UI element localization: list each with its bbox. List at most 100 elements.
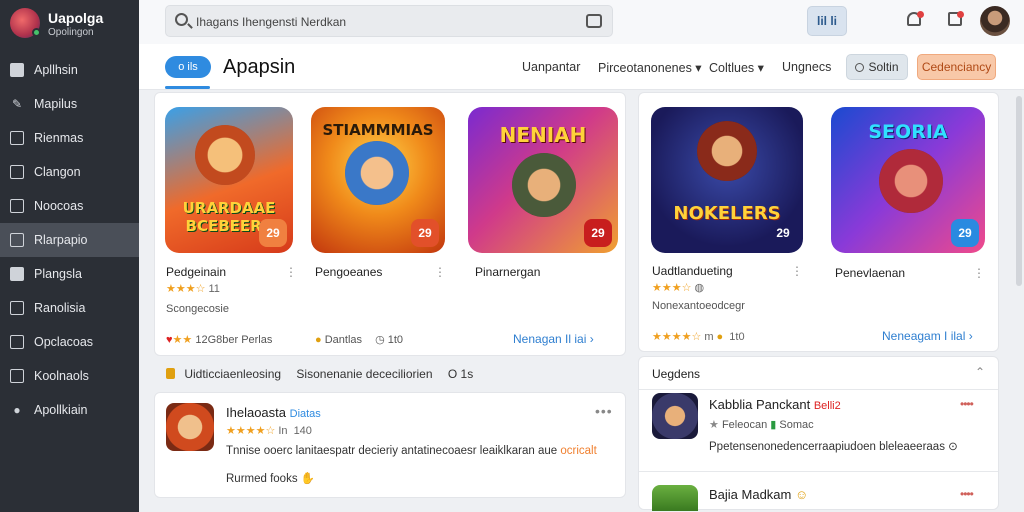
bookmark-icon <box>10 369 24 383</box>
tab-2[interactable]: Pirceotanonenes ▾ <box>598 60 702 75</box>
rating: ★★★☆ ◍ <box>652 281 704 294</box>
view-more-label: Neneagam I ilal <box>882 329 966 343</box>
filter-label-3[interactable]: O 1s <box>448 367 473 381</box>
game-tile[interactable]: NOKELERS 29 <box>651 107 803 253</box>
sidebar-item-11[interactable]: ● Apollkiain <box>0 393 139 427</box>
game-tile[interactable]: SEORIA 29 <box>831 107 985 253</box>
filter-label-1[interactable]: Uidticciaenleosing <box>184 367 281 381</box>
search-text: Ihagans Ihengensti Nerdkan <box>196 15 347 29</box>
coin-icon: ● <box>315 334 322 346</box>
more-icon[interactable]: ⋮ <box>285 265 297 279</box>
art-title: SEORIA <box>868 121 948 143</box>
more-icon[interactable]: •••• <box>960 397 974 411</box>
character-art <box>345 141 409 205</box>
globe-icon <box>855 63 865 72</box>
scrollbar[interactable] <box>1016 96 1022 286</box>
page-header: o ils Apapsin Uanpantar Pirceotanonenes … <box>139 44 1024 90</box>
list-item-thumb[interactable] <box>652 393 698 439</box>
rating-stars: ★★★☆ <box>166 283 206 295</box>
sidebar-nav: Apllhsin ✎ Mapilus Rienmas Clangon Noocoa… <box>0 53 139 427</box>
sidebar-item-label: Plangsla <box>34 267 82 281</box>
brand[interactable]: Uapolga Opolingon <box>8 6 136 42</box>
review-more[interactable]: Rurmed fooks ✋ <box>226 471 315 485</box>
game-name[interactable]: Uadtlandueting <box>652 264 733 278</box>
link-icon[interactable]: ⊙ <box>948 441 958 453</box>
rating-stars: ★★★★☆ <box>652 331 702 343</box>
tab-3[interactable]: Coltlues ▾ <box>709 60 764 75</box>
list-item-title[interactable]: Kabblia Panckant Belli2 <box>709 397 841 412</box>
game-thumbnail[interactable]: SEORIA 29 <box>831 107 985 253</box>
sidebar-item-label: Noocoas <box>34 199 84 213</box>
game-name[interactable]: Pinarnergan <box>475 265 540 279</box>
sidebar-item-10[interactable]: Koolnaols <box>0 359 139 393</box>
badge: 29 <box>411 219 439 247</box>
review-card: Ihelaoasta Diatas ••• ★★★★☆ In 140 Tnnise… <box>154 392 626 498</box>
game-tile[interactable]: STIAMMMIAS 29 <box>311 107 445 253</box>
topbar-button[interactable]: lil li <box>807 6 847 36</box>
wrench-icon: ✎ <box>11 97 23 111</box>
game-thumbnail[interactable]: NENIAH 29 <box>468 107 618 253</box>
more-icon[interactable]: ⋮ <box>434 265 446 279</box>
badge: 29 <box>259 219 287 247</box>
more-icon[interactable]: ••• <box>595 403 613 419</box>
game-thumbnail[interactable]: NOKELERS 29 <box>651 107 803 253</box>
featured-card-right: NOKELERS 29 Uadtlandueting ⋮ ★★★☆ ◍ None… <box>638 92 999 352</box>
footer-rating: ★★★★☆ m ● 1t0 <box>652 330 745 343</box>
sidebar-item-4[interactable]: Clangon <box>0 155 139 189</box>
character-art <box>879 149 943 213</box>
chevron-down-icon: ▾ <box>754 61 764 75</box>
sidebar-item-5[interactable]: Noocoas <box>0 189 139 223</box>
sidebar-item-7[interactable]: Plangsla <box>0 257 139 291</box>
filter-icon[interactable] <box>586 14 602 28</box>
more-icon[interactable]: ⋮ <box>973 266 985 280</box>
review-avatar[interactable] <box>166 403 214 451</box>
sidebar-item-8[interactable]: Ranolisia <box>0 291 139 325</box>
view-more-link[interactable]: Neneagam I ilal › <box>882 329 973 343</box>
footer-mid-label: Dantlas <box>324 334 363 346</box>
review-text-highlight: ocricalt <box>560 445 597 457</box>
list-item-thumb[interactable] <box>652 485 698 511</box>
primary-button[interactable]: Cedenciancy <box>917 54 996 80</box>
sidebar-item-3[interactable]: Rienmas <box>0 121 139 155</box>
rating: ★★★☆ 11 <box>166 282 220 295</box>
soft-button[interactable]: Soltin <box>846 54 908 80</box>
review-name[interactable]: Ihelaoasta Diatas <box>226 405 321 420</box>
art-title: STIAMMMIAS <box>322 121 434 139</box>
game-name[interactable]: Pedgeinain <box>166 265 226 279</box>
sidebar-item-9[interactable]: Opclacoas <box>0 325 139 359</box>
view-more-link[interactable]: Nenagan Il iai › <box>513 332 594 346</box>
sidebar-item-2[interactable]: ✎ Mapilus <box>0 87 139 121</box>
review-text-body: Tnnise ooerc lanitaespatr decieriy antat… <box>226 445 558 457</box>
star-icon: ★ <box>709 419 719 431</box>
sidebar-item-1[interactable]: Apllhsin <box>0 53 139 87</box>
badge: 29 <box>776 226 790 240</box>
tab-1[interactable]: Uanpantar <box>522 60 580 74</box>
more-icon[interactable]: ⋮ <box>791 264 803 278</box>
emoji-icon: ● <box>716 331 724 343</box>
card-icon <box>10 267 24 281</box>
topbar-button-label: lil li <box>817 14 838 28</box>
filter-label-2[interactable]: Sisonenanie dececiliorien <box>296 367 432 381</box>
sidebar-item-label: Koolnaols <box>34 369 89 383</box>
avatar[interactable] <box>980 6 1010 36</box>
game-tile[interactable]: URARDAAE BCEBEERS 29 <box>165 107 293 253</box>
search-input[interactable]: Ihagans Ihengensti Nerdkan <box>165 5 613 37</box>
sidebar-item-6[interactable]: Rlarpapio <box>0 223 139 257</box>
featured-card-left: URARDAAE BCEBEERS 29 Pedgeinain ⋮ ★★★☆ 11… <box>154 92 626 356</box>
list-item-title-label: Kabblia Panckant <box>709 397 811 412</box>
character-art <box>195 125 255 185</box>
list-item-title[interactable]: Bajia Madkam ☺ <box>709 487 808 502</box>
header-pill[interactable]: o ils <box>165 56 211 78</box>
game-name[interactable]: Pengoeanes <box>315 265 382 279</box>
more-icon[interactable]: •••• <box>960 487 974 501</box>
game-name[interactable]: Penevlaenan <box>835 266 905 280</box>
list-item-desc: Ppetensenonedencerraapiudoen bleleaeeraa… <box>709 439 958 453</box>
game-thumbnail[interactable]: URARDAAE BCEBEERS 29 <box>165 107 293 253</box>
list-item-sub-label: Feleocan <box>721 419 768 431</box>
sidebar: Uapolga Opolingon Apllhsin ✎ Mapilus Rien… <box>0 0 139 512</box>
game-tile[interactable]: NENIAH 29 <box>468 107 618 253</box>
sidebar-item-label: Opclacoas <box>34 335 94 349</box>
chevron-up-icon[interactable]: ⌃ <box>975 365 985 379</box>
tab-4[interactable]: Ungnecs <box>782 60 831 74</box>
game-thumbnail[interactable]: STIAMMMIAS 29 <box>311 107 445 253</box>
